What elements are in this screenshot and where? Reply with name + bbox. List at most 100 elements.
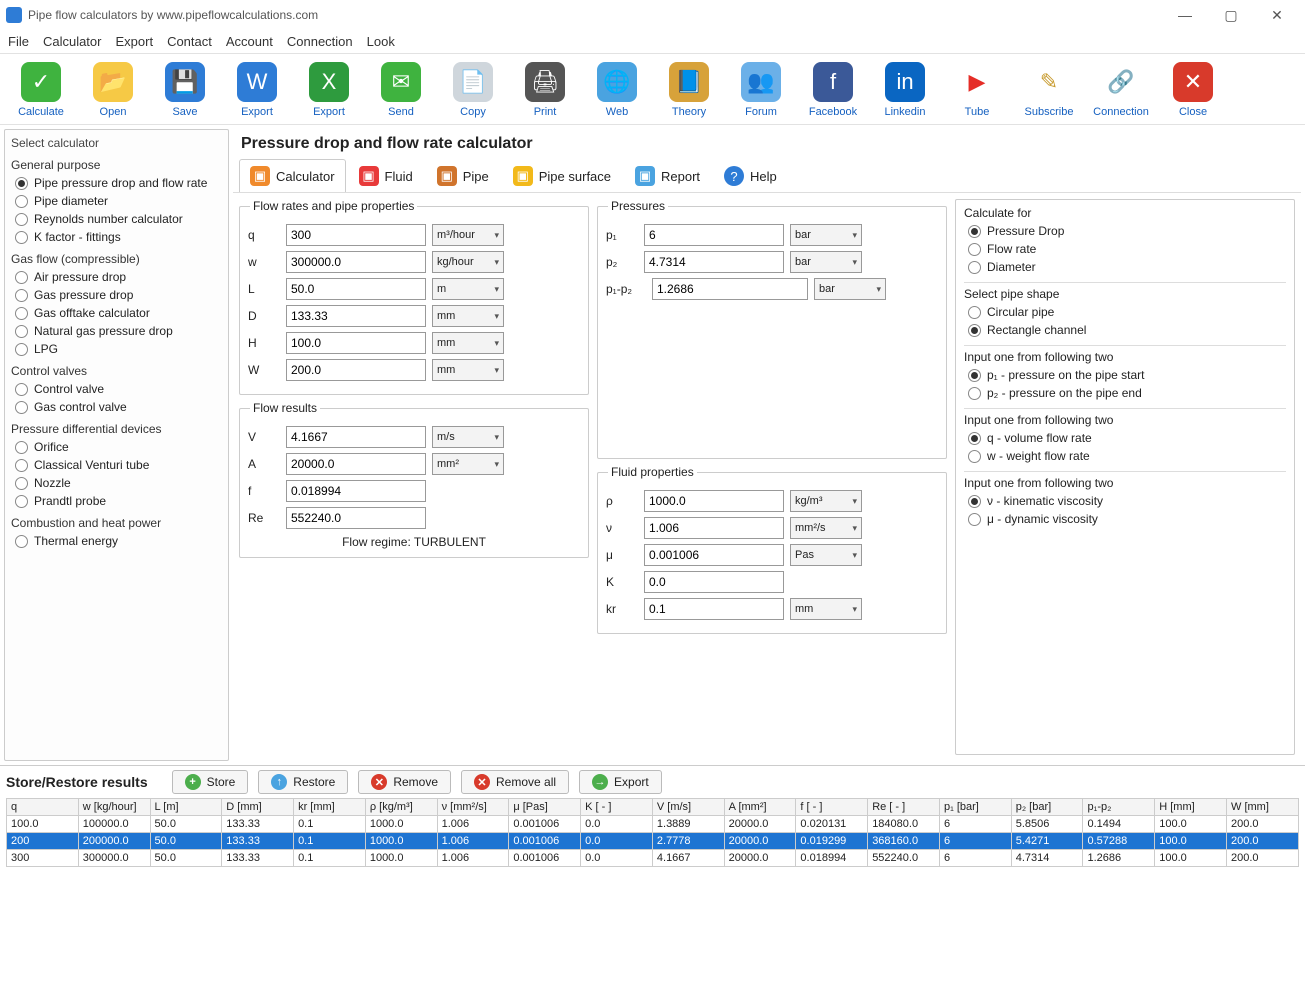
option-item[interactable]: w - weight flow rate [968, 449, 1286, 463]
table-row[interactable]: 300300000.050.0133.330.11000.01.0060.001… [7, 850, 1299, 867]
col-header[interactable]: Re [ - ] [868, 799, 940, 816]
unit-select[interactable]: kg/hour▾ [432, 251, 504, 273]
field-input[interactable] [286, 332, 426, 354]
results-table[interactable]: qw [kg/hour]L [m]D [mm]kr [mm]ρ [kg/m³]ν… [6, 798, 1299, 867]
unit-select[interactable]: mm²▾ [432, 453, 504, 475]
col-header[interactable]: L [m] [150, 799, 222, 816]
option-item[interactable]: p₂ - pressure on the pipe end [968, 386, 1286, 400]
col-header[interactable]: q [7, 799, 79, 816]
option-item[interactable]: Circular pipe [968, 305, 1286, 319]
col-header[interactable]: ρ [kg/m³] [365, 799, 437, 816]
option-item[interactable]: Pressure Drop [968, 224, 1286, 238]
unit-select[interactable]: bar▾ [790, 251, 862, 273]
toolbtn-close[interactable]: ✕Close [1166, 62, 1220, 118]
sidebar-item[interactable]: Control valve [15, 382, 222, 396]
toolbtn-facebook[interactable]: fFacebook [806, 62, 860, 118]
sidebar-item[interactable]: Reynolds number calculator [15, 212, 222, 226]
option-item[interactable]: Rectangle channel [968, 323, 1286, 337]
field-input[interactable] [644, 224, 784, 246]
option-item[interactable]: p₁ - pressure on the pipe start [968, 368, 1286, 382]
field-input[interactable] [286, 359, 426, 381]
unit-select[interactable]: bar▾ [790, 224, 862, 246]
col-header[interactable]: A [mm²] [724, 799, 796, 816]
toolbtn-subscribe[interactable]: ✎Subscribe [1022, 62, 1076, 118]
col-header[interactable]: f [ - ] [796, 799, 868, 816]
menu-look[interactable]: Look [367, 34, 395, 49]
unit-select[interactable]: mm▾ [790, 598, 862, 620]
field-input[interactable] [644, 571, 784, 593]
field-input[interactable] [644, 251, 784, 273]
field-input[interactable] [286, 305, 426, 327]
option-item[interactable]: ν - kinematic viscosity [968, 494, 1286, 508]
unit-select[interactable]: mm▾ [432, 332, 504, 354]
toolbtn-print[interactable]: 🖨Print [518, 62, 572, 118]
tab-help[interactable]: ?Help [713, 159, 788, 192]
field-input[interactable] [652, 278, 808, 300]
field-input[interactable] [286, 453, 426, 475]
col-header[interactable]: W [mm] [1227, 799, 1299, 816]
toolbtn-calculate[interactable]: ✓Calculate [14, 62, 68, 118]
toolbtn-connection[interactable]: 🔗Connection [1094, 62, 1148, 118]
unit-select[interactable]: m³/hour▾ [432, 224, 504, 246]
menu-calculator[interactable]: Calculator [43, 34, 102, 49]
btn-remove[interactable]: ✕Remove [358, 770, 451, 794]
toolbtn-export-excel[interactable]: XExport [302, 62, 356, 118]
unit-select[interactable]: mm▾ [432, 359, 504, 381]
sidebar-item[interactable]: Natural gas pressure drop [15, 324, 222, 338]
toolbtn-web[interactable]: 🌐Web [590, 62, 644, 118]
btn-store[interactable]: +Store [172, 770, 249, 794]
col-header[interactable]: H [mm] [1155, 799, 1227, 816]
tab-calculator[interactable]: ▣Calculator [239, 159, 346, 192]
menu-file[interactable]: File [8, 34, 29, 49]
menu-contact[interactable]: Contact [167, 34, 212, 49]
toolbtn-send[interactable]: ✉Send [374, 62, 428, 118]
field-input[interactable] [286, 278, 426, 300]
sidebar-item[interactable]: Pipe diameter [15, 194, 222, 208]
sidebar-item[interactable]: Air pressure drop [15, 270, 222, 284]
unit-select[interactable]: Pas▾ [790, 544, 862, 566]
field-input[interactable] [286, 507, 426, 529]
sidebar-item[interactable]: Gas control valve [15, 400, 222, 414]
field-input[interactable] [644, 517, 784, 539]
field-input[interactable] [286, 251, 426, 273]
menu-account[interactable]: Account [226, 34, 273, 49]
col-header[interactable]: p₁-p₂ [1083, 799, 1155, 816]
unit-select[interactable]: m/s▾ [432, 426, 504, 448]
field-input[interactable] [644, 544, 784, 566]
tab-pipesurface[interactable]: ▣Pipe surface [502, 159, 622, 192]
btn-bexport[interactable]: →Export [579, 770, 662, 794]
sidebar-item[interactable]: Thermal energy [15, 534, 222, 548]
toolbtn-tube[interactable]: ▶Tube [950, 62, 1004, 118]
unit-select[interactable]: bar▾ [814, 278, 886, 300]
sidebar-item[interactable]: Nozzle [15, 476, 222, 490]
minimize-button[interactable]: — [1171, 5, 1199, 25]
btn-restore[interactable]: ↑Restore [258, 770, 348, 794]
option-item[interactable]: Diameter [968, 260, 1286, 274]
col-header[interactable]: w [kg/hour] [78, 799, 150, 816]
menu-export[interactable]: Export [115, 34, 153, 49]
sidebar-item[interactable]: Gas offtake calculator [15, 306, 222, 320]
option-item[interactable]: q - volume flow rate [968, 431, 1286, 445]
maximize-button[interactable]: ▢ [1217, 5, 1245, 25]
sidebar-item[interactable]: Orifice [15, 440, 222, 454]
unit-select[interactable]: mm▾ [432, 305, 504, 327]
option-item[interactable]: Flow rate [968, 242, 1286, 256]
col-header[interactable]: D [mm] [222, 799, 294, 816]
sidebar-item[interactable]: Pipe pressure drop and flow rate [15, 176, 222, 190]
close-window-button[interactable]: ✕ [1263, 5, 1291, 25]
sidebar-item[interactable]: Classical Venturi tube [15, 458, 222, 472]
toolbtn-forum[interactable]: 👥Forum [734, 62, 788, 118]
unit-select[interactable]: mm²/s▾ [790, 517, 862, 539]
field-input[interactable] [286, 480, 426, 502]
btn-removeall[interactable]: ✕Remove all [461, 770, 569, 794]
tab-fluid[interactable]: ▣Fluid [348, 159, 424, 192]
toolbtn-theory[interactable]: 📘Theory [662, 62, 716, 118]
field-input[interactable] [644, 490, 784, 512]
unit-select[interactable]: m▾ [432, 278, 504, 300]
table-row[interactable]: 200200000.050.0133.330.11000.01.0060.001… [7, 833, 1299, 850]
toolbtn-linkedin[interactable]: inLinkedin [878, 62, 932, 118]
tab-pipe[interactable]: ▣Pipe [426, 159, 500, 192]
toolbtn-save[interactable]: 💾Save [158, 62, 212, 118]
sidebar-item[interactable]: Gas pressure drop [15, 288, 222, 302]
field-input[interactable] [286, 224, 426, 246]
